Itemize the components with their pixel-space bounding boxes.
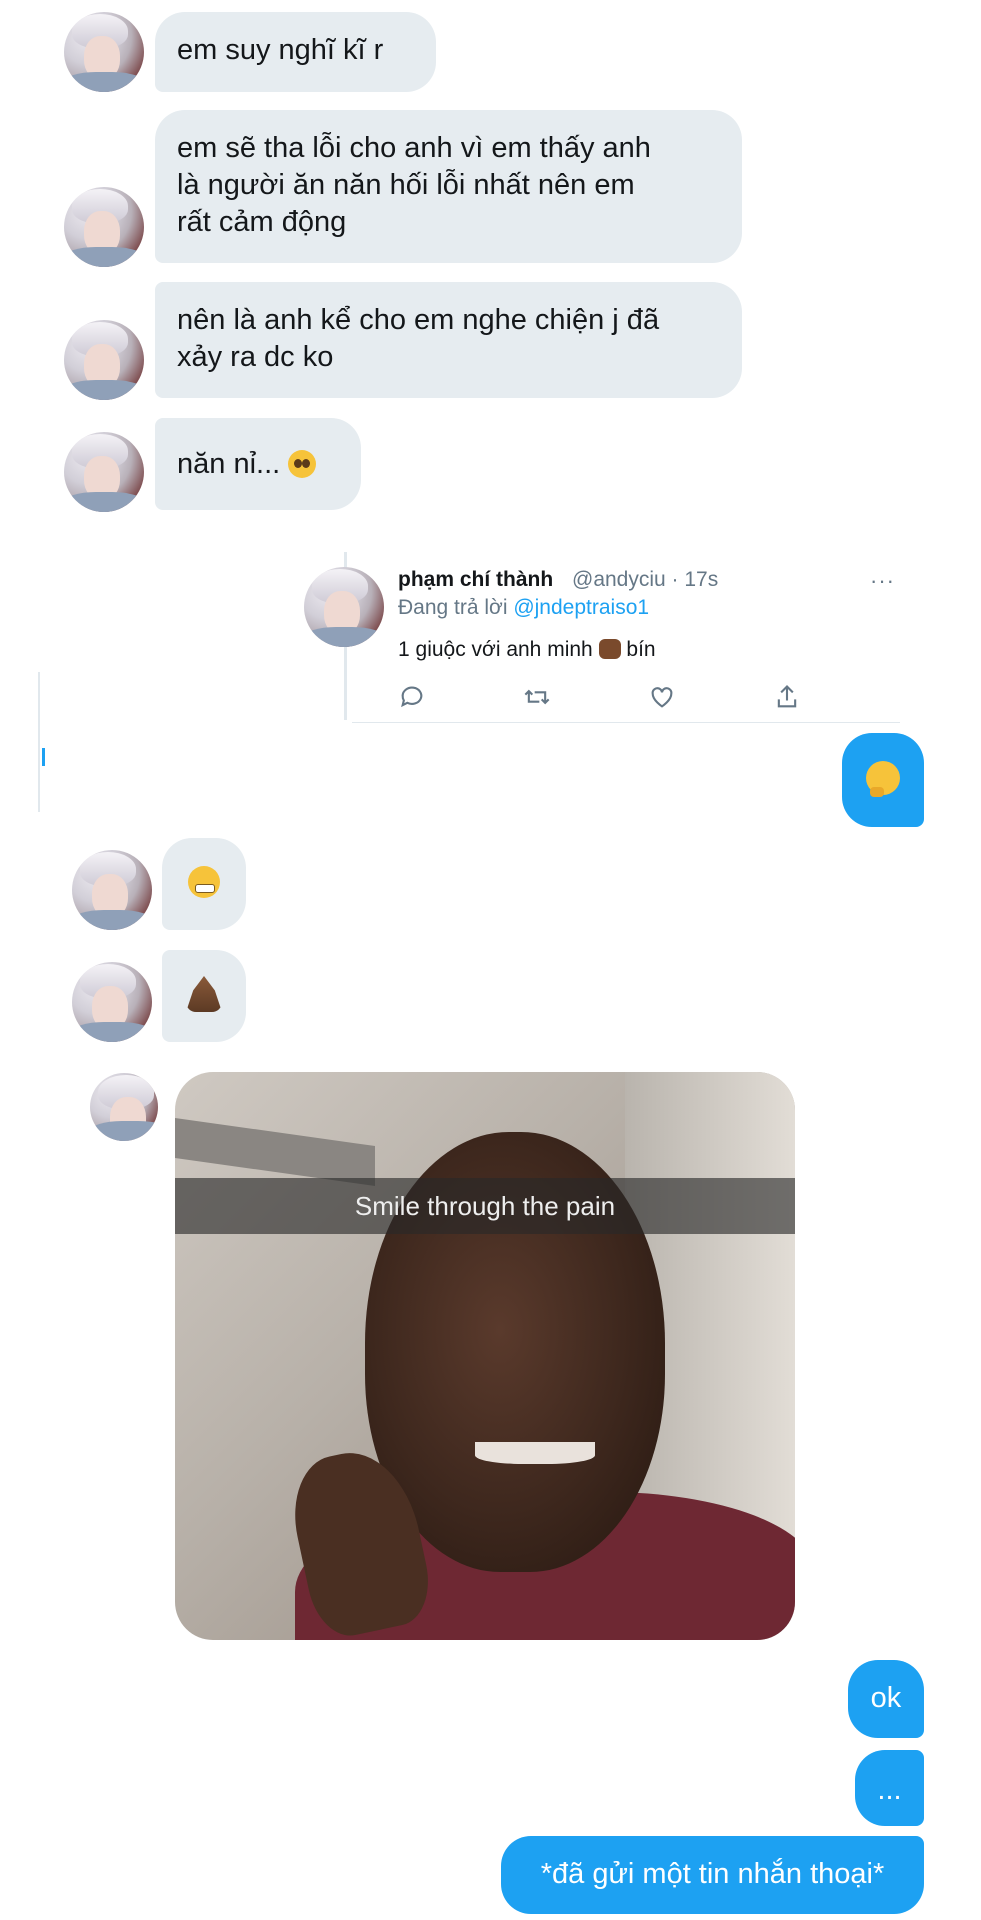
avatar[interactable]: [64, 187, 144, 267]
pleading-face-icon: [288, 450, 317, 478]
avatar[interactable]: [64, 320, 144, 400]
message-text: ...: [877, 1774, 902, 1806]
incoming-message[interactable]: em sẽ tha lỗi cho anh vì em thấy anh là …: [155, 110, 742, 263]
avatar[interactable]: [72, 962, 152, 1042]
outgoing-message[interactable]: [842, 733, 924, 827]
tweet-author-name[interactable]: phạm chí thành: [398, 568, 553, 592]
message-text: em suy nghĩ kĩ r: [177, 34, 384, 66]
outgoing-message[interactable]: *đã gửi một tin nhắn thoại*: [501, 1836, 924, 1914]
avatar[interactable]: [64, 12, 144, 92]
meme-caption: Smile through the pain: [175, 1178, 795, 1234]
replying-to-handle[interactable]: @jndeptraiso1: [513, 596, 649, 619]
divider: [38, 672, 40, 812]
incoming-message[interactable]: em suy nghĩ kĩ r: [155, 12, 436, 92]
grimacing-face-icon: [188, 866, 220, 898]
message-line: là người ăn năn hối lỗi nhất nên em: [177, 169, 635, 201]
tweet-text: 1 giuộc với anh minh: [398, 638, 593, 661]
share-icon[interactable]: [773, 683, 801, 711]
incoming-message[interactable]: [162, 838, 246, 930]
dm-conversation: em suy nghĩ kĩ r em sẽ tha lỗi cho anh v…: [0, 0, 981, 1920]
scroll-indicator: [42, 748, 45, 766]
thinking-face-icon: [866, 761, 900, 797]
incoming-message[interactable]: nên là anh kể cho em nghe chiện j đã xảy…: [155, 282, 742, 398]
avatar[interactable]: [64, 432, 144, 512]
message-line: rất cảm động: [177, 206, 347, 238]
more-options-icon[interactable]: ···: [870, 568, 895, 594]
tweet-text-end: bín: [626, 638, 656, 661]
incoming-message[interactable]: năn nỉ...: [155, 418, 361, 510]
tweet-author-avatar[interactable]: [304, 567, 384, 647]
retweet-icon[interactable]: [523, 683, 551, 711]
tweet-body: 1 giuộc với anh minh bín: [398, 638, 656, 662]
meme-image[interactable]: Smile through the pain: [175, 1072, 795, 1640]
message-text: *đã gửi một tin nhắn thoại*: [540, 1858, 885, 1890]
message-line: nên là anh kể cho em nghe chiện j đã: [177, 304, 660, 336]
replying-to-label: Đang trả lời: [398, 596, 508, 619]
tweet-handle-time: @andyciu · 17s: [572, 568, 719, 591]
divider: [352, 722, 900, 723]
outgoing-message[interactable]: ok: [848, 1660, 924, 1738]
avatar[interactable]: [90, 1073, 158, 1141]
outgoing-message[interactable]: ...: [855, 1750, 924, 1826]
message-line: em sẽ tha lỗi cho anh vì em thấy anh: [177, 132, 651, 164]
message-text: năn nỉ...: [177, 448, 281, 480]
avatar[interactable]: [72, 850, 152, 930]
replying-to: Đang trả lời @jndeptraiso1: [398, 596, 649, 620]
reply-icon[interactable]: [398, 683, 426, 711]
folded-hands-icon: [186, 976, 222, 1012]
thumbs-up-icon: [598, 639, 621, 659]
message-text: ok: [870, 1682, 902, 1714]
message-line: xảy ra dc ko: [177, 341, 334, 373]
incoming-message[interactable]: [162, 950, 246, 1042]
like-icon[interactable]: [648, 683, 676, 711]
